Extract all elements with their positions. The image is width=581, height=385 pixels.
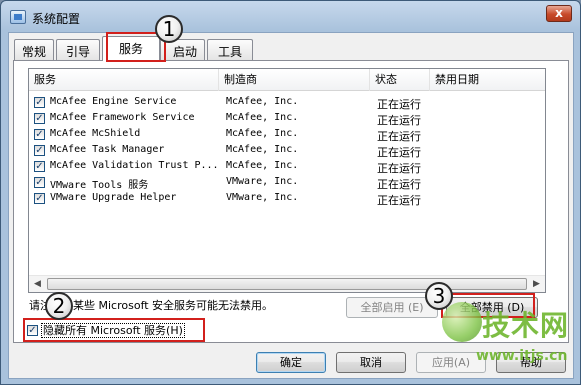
cancel-button[interactable]: 取消 <box>336 352 406 373</box>
service-checkbox[interactable]: ✓ <box>34 145 45 156</box>
service-manufacturer: McAfee, Inc. <box>226 160 299 171</box>
service-name: VMware Upgrade Helper <box>50 192 177 203</box>
service-manufacturer: McAfee, Inc. <box>226 96 299 107</box>
column-header-manufacturer[interactable]: 制造商 <box>219 69 370 91</box>
close-button[interactable]: x <box>546 5 572 22</box>
tab-boot[interactable]: 引导 <box>56 39 100 60</box>
column-header-service[interactable]: 服务 <box>29 69 219 91</box>
service-status: 正在运行 <box>377 98 421 111</box>
column-header-disable-date[interactable]: 禁用日期 <box>430 69 546 91</box>
table-row[interactable]: ✓ McAfee McShield McAfee, Inc. 正在运行 <box>29 127 545 143</box>
table-row[interactable]: ✓ McAfee Validation Trust P... McAfee, I… <box>29 159 545 175</box>
service-checkbox[interactable]: ✓ <box>34 97 45 108</box>
service-name: McAfee Task Manager <box>50 144 165 155</box>
callout-1: 1 <box>155 15 183 43</box>
service-checkbox[interactable]: ✓ <box>34 161 45 172</box>
service-name: McAfee McShield <box>50 128 141 139</box>
tab-tools[interactable]: 工具 <box>207 39 253 60</box>
help-button[interactable]: 帮助 <box>496 352 566 373</box>
service-status: 正在运行 <box>377 178 421 191</box>
column-header-status[interactable]: 状态 <box>370 69 430 91</box>
system-config-icon <box>10 10 26 24</box>
tab-general[interactable]: 常规 <box>14 39 54 60</box>
title-bar[interactable]: 系统配置 x <box>1 1 580 33</box>
service-name: McAfee Engine Service <box>50 96 177 107</box>
services-list[interactable]: 服务 制造商 状态 禁用日期 ✓ McAfee Engine Service M… <box>28 68 546 293</box>
service-manufacturer: VMware, Inc. <box>226 192 299 203</box>
service-status: 正在运行 <box>377 146 421 159</box>
list-header: 服务 制造商 状态 禁用日期 <box>29 69 545 91</box>
highlight-box-hide-microsoft <box>23 318 205 342</box>
service-status: 正在运行 <box>377 194 421 207</box>
table-row[interactable]: ✓ VMware Tools 服务 VMware, Inc. 正在运行 <box>29 175 545 191</box>
callout-2: 2 <box>45 292 73 320</box>
service-checkbox[interactable]: ✓ <box>34 129 45 140</box>
service-status: 正在运行 <box>377 114 421 127</box>
table-row[interactable]: ✓ McAfee Task Manager McAfee, Inc. 正在运行 <box>29 143 545 159</box>
table-row[interactable]: ✓ McAfee Framework Service McAfee, Inc. … <box>29 111 545 127</box>
scrollbar-thumb[interactable] <box>47 278 527 290</box>
service-manufacturer: VMware, Inc. <box>226 176 299 187</box>
enable-all-button[interactable]: 全部启用 (E) <box>346 297 438 318</box>
service-status: 正在运行 <box>377 130 421 143</box>
service-checkbox[interactable]: ✓ <box>34 113 45 124</box>
scroll-right-icon[interactable]: ▶ <box>528 276 545 292</box>
service-name: McAfee Framework Service <box>50 112 195 123</box>
apply-button[interactable]: 应用(A) <box>416 352 486 373</box>
service-status: 正在运行 <box>377 162 421 175</box>
service-checkbox[interactable]: ✓ <box>34 177 45 188</box>
ok-button[interactable]: 确定 <box>256 352 326 373</box>
service-manufacturer: McAfee, Inc. <box>226 128 299 139</box>
window-title: 系统配置 <box>32 12 81 26</box>
service-name: VMware Tools 服务 <box>50 180 149 191</box>
service-name: McAfee Validation Trust P... <box>50 160 219 171</box>
service-manufacturer: McAfee, Inc. <box>226 144 299 155</box>
service-manufacturer: McAfee, Inc. <box>226 112 299 123</box>
table-row[interactable]: ✓ VMware Upgrade Helper VMware, Inc. 正在运… <box>29 191 545 207</box>
callout-3: 3 <box>425 282 453 310</box>
highlight-box-disable-all <box>441 293 535 318</box>
horizontal-scrollbar[interactable]: ◀ ▶ <box>29 275 545 292</box>
table-row[interactable]: ✓ McAfee Engine Service McAfee, Inc. 正在运… <box>29 95 545 111</box>
scroll-left-icon[interactable]: ◀ <box>29 276 46 292</box>
service-checkbox[interactable]: ✓ <box>34 193 45 204</box>
